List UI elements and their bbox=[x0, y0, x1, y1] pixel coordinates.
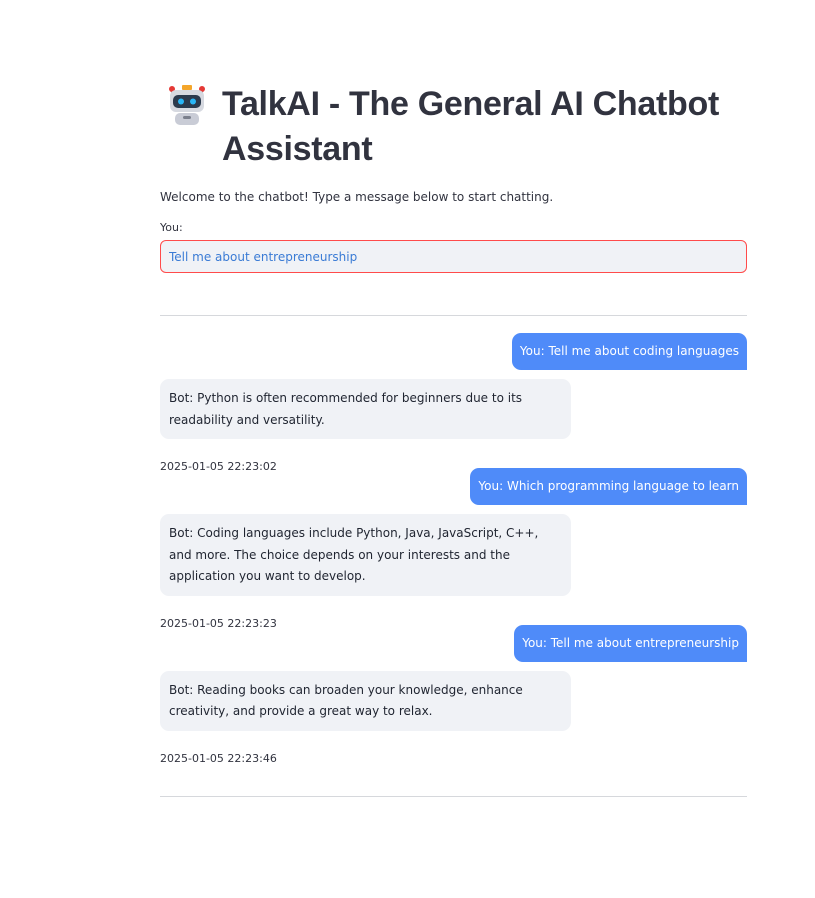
main-content: TalkAI - The General AI Chatbot Assistan… bbox=[160, 82, 747, 273]
chat-history: You: Tell me about coding languages Bot:… bbox=[160, 333, 747, 765]
user-message-row: You: Tell me about coding languages bbox=[160, 333, 747, 370]
message-input[interactable] bbox=[160, 240, 747, 273]
user-message-bubble: You: Tell me about coding languages bbox=[511, 333, 747, 370]
page-title-text: TalkAI - The General AI Chatbot Assistan… bbox=[222, 85, 719, 168]
page-title: TalkAI - The General AI Chatbot Assistan… bbox=[160, 82, 747, 172]
message-timestamp: 2025-01-05 22:23:46 bbox=[160, 751, 277, 765]
robot-icon bbox=[164, 84, 210, 126]
bot-message-bubble: Bot: Reading books can broaden your know… bbox=[160, 670, 571, 731]
intro-text: Welcome to the chatbot! Type a message b… bbox=[160, 190, 554, 204]
divider-bottom bbox=[160, 796, 747, 797]
bot-message-bubble: Bot: Coding languages include Python, Ja… bbox=[160, 514, 571, 596]
bot-message-bubble: Bot: Python is often recommended for beg… bbox=[160, 379, 571, 439]
divider-top bbox=[160, 315, 747, 316]
user-message-bubble: You: Which programming language to learn bbox=[470, 468, 747, 505]
message-input-label: You: bbox=[160, 221, 183, 234]
user-message-bubble: You: Tell me about entrepreneurship bbox=[514, 624, 747, 662]
